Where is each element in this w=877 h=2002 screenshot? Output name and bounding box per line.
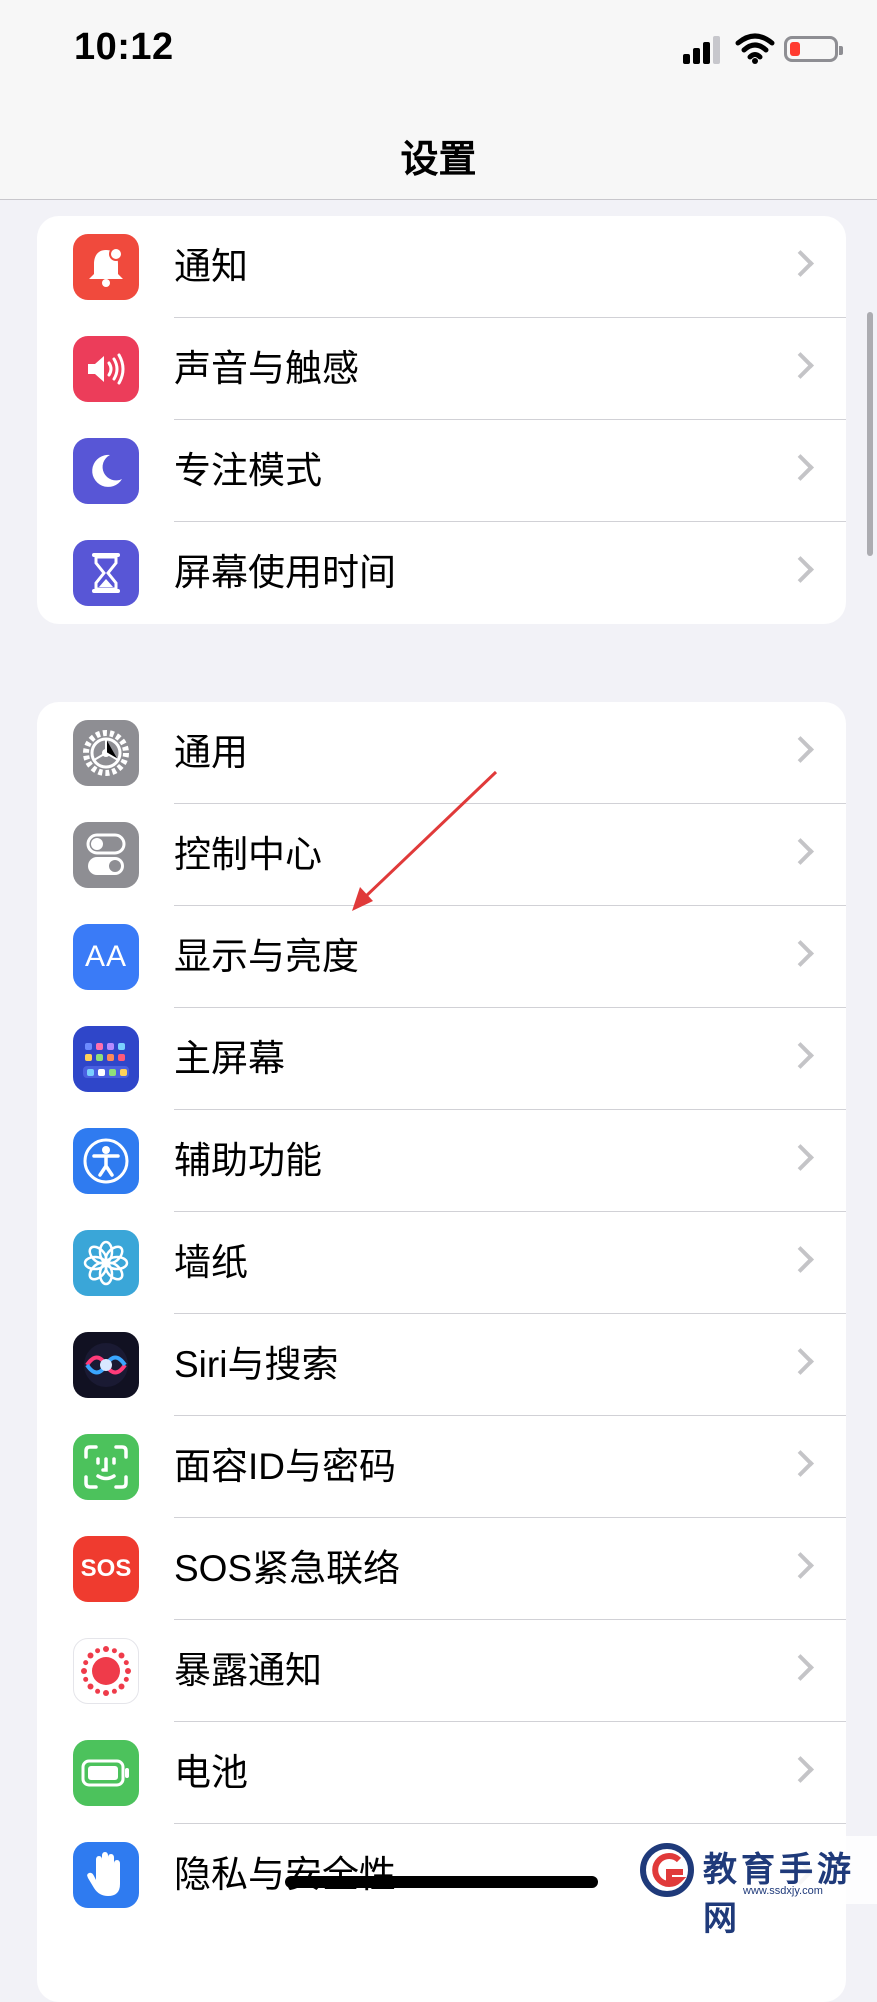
chevron-right-icon — [787, 1450, 814, 1477]
accessibility-icon — [73, 1128, 139, 1194]
settings-row-face-id[interactable]: 面容ID与密码 — [37, 1416, 846, 1518]
watermark-url: www.ssdxjy.com — [743, 1885, 823, 1897]
settings-row-label: 电池 — [174, 1752, 248, 1793]
settings-row-battery[interactable]: 电池 — [37, 1722, 846, 1824]
battery-icon — [73, 1740, 139, 1806]
settings-row-label: 专注模式 — [174, 450, 322, 491]
sos-icon: SOS — [73, 1536, 139, 1602]
settings-row-exposure[interactable]: 暴露通知 — [37, 1620, 846, 1722]
chevron-right-icon — [787, 1348, 814, 1375]
chevron-right-icon — [787, 1552, 814, 1579]
settings-row-label: 显示与亮度 — [174, 936, 359, 977]
settings-row-label: 控制中心 — [174, 834, 322, 875]
siri-icon — [73, 1332, 139, 1398]
status-time: 10:12 — [74, 26, 174, 68]
settings-row-label: 隐私与安全性 — [174, 1854, 396, 1895]
page-title: 设置 — [400, 139, 477, 181]
status-bar: 10:12 — [0, 0, 877, 100]
exposure-icon — [73, 1638, 139, 1704]
display-aa-icon: AA — [73, 924, 139, 990]
settings-row-label: 声音与触感 — [174, 348, 359, 389]
settings-row-notifications[interactable]: 通知 — [37, 216, 846, 318]
settings-row-screen-time[interactable]: 屏幕使用时间 — [37, 522, 846, 624]
settings-row-wallpaper[interactable]: 墙纸 — [37, 1212, 846, 1314]
settings-row-label: 面容ID与密码 — [174, 1446, 396, 1487]
chevron-right-icon — [787, 940, 814, 967]
chevron-right-icon — [787, 1042, 814, 1069]
home-screen-icon — [73, 1026, 139, 1092]
chevron-right-icon — [787, 1654, 814, 1681]
settings-row-label: 暴露通知 — [174, 1650, 322, 1691]
settings-group-1: 通知 声音与触感 专注模式 屏幕使用时间 — [37, 216, 846, 624]
chevron-right-icon — [787, 1246, 814, 1273]
chevron-right-icon — [787, 454, 814, 481]
watermark-logo-icon — [640, 1843, 694, 1897]
settings-row-label: 主屏幕 — [174, 1038, 285, 1079]
settings-row-label: SOS紧急联络 — [174, 1548, 401, 1589]
chevron-right-icon — [787, 1144, 814, 1171]
wallpaper-flower-icon — [73, 1230, 139, 1296]
watermark: 教育手游网 www.ssdxjy.com — [633, 1836, 877, 1939]
settings-row-label: 屏幕使用时间 — [174, 552, 396, 593]
toggles-icon — [73, 822, 139, 888]
hand-icon — [73, 1842, 139, 1908]
settings-row-label: 辅助功能 — [174, 1140, 322, 1181]
settings-row-label: Siri与搜索 — [174, 1344, 339, 1385]
home-indicator[interactable] — [285, 1876, 598, 1888]
settings-row-accessibility[interactable]: 辅助功能 — [37, 1110, 846, 1212]
settings-group-2: 通用 控制中心 AA 显示与亮度 主屏幕 辅助功能 墙纸 Siri与搜索 面容I… — [37, 702, 846, 2002]
settings-row-label: 通用 — [174, 732, 248, 773]
chevron-right-icon — [787, 1756, 814, 1783]
settings-row-sounds[interactable]: 声音与触感 — [37, 318, 846, 420]
nav-bar: 设置 — [0, 100, 877, 200]
settings-row-home-screen[interactable]: 主屏幕 — [37, 1008, 846, 1110]
bell-icon — [73, 234, 139, 300]
chevron-right-icon — [787, 352, 814, 379]
speaker-icon — [73, 336, 139, 402]
gear-icon — [73, 720, 139, 786]
settings-row-emergency-sos[interactable]: SOS SOS紧急联络 — [37, 1518, 846, 1620]
settings-row-control-center[interactable]: 控制中心 — [37, 804, 846, 906]
settings-row-siri[interactable]: Siri与搜索 — [37, 1314, 846, 1416]
face-id-icon — [73, 1434, 139, 1500]
battery-status-icon — [784, 36, 843, 62]
hourglass-icon — [73, 540, 139, 606]
wifi-icon — [735, 33, 775, 64]
settings-row-focus[interactable]: 专注模式 — [37, 420, 846, 522]
settings-row-label: 通知 — [174, 246, 248, 287]
settings-row-display[interactable]: AA 显示与亮度 — [37, 906, 846, 1008]
settings-row-general[interactable]: 通用 — [37, 702, 846, 804]
chevron-right-icon — [787, 556, 814, 583]
moon-icon — [73, 438, 139, 504]
scroll-indicator[interactable] — [867, 312, 873, 556]
settings-row-label: 墙纸 — [174, 1242, 248, 1283]
chevron-right-icon — [787, 838, 814, 865]
chevron-right-icon — [787, 736, 814, 763]
chevron-right-icon — [787, 250, 814, 277]
cellular-signal-icon — [683, 36, 725, 64]
